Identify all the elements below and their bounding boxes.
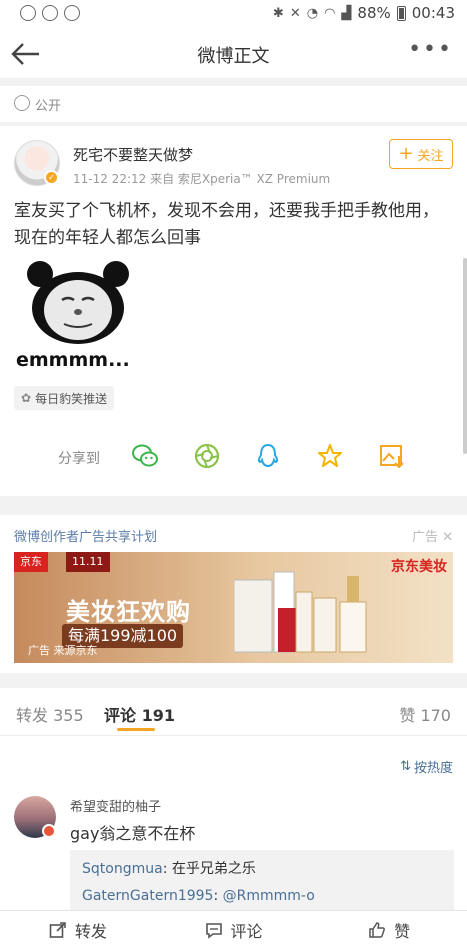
post-meta: 11-12 22:12 来自 索尼Xperia™ XZ Premium <box>73 172 331 186</box>
more-options-icon[interactable]: ••• <box>408 39 453 61</box>
tab-comments[interactable]: 评论 191 <box>104 702 175 726</box>
battery-percent: 88% <box>357 4 391 22</box>
post-text: 室友买了个飞机杯，发现不会用，还要我手把手教他用，现在的年轻人都怎么回事 <box>14 201 439 248</box>
nav-bar: 微博正文 ••• <box>0 30 467 78</box>
comment-text: gay翁之意不在杯 <box>70 824 196 843</box>
reply-mention[interactable]: @Rmmmm-o <box>223 888 315 904</box>
flower-icon: ✿ <box>21 391 32 405</box>
visibility-bar: 公开 <box>0 86 467 122</box>
verified-badge-icon: ✓ <box>44 170 59 185</box>
image-caption: emmmm... <box>16 349 130 371</box>
notification-icon <box>20 5 36 21</box>
thumbs-up-icon <box>369 922 386 938</box>
scrollbar[interactable] <box>463 258 467 454</box>
comment-button[interactable]: 评论 <box>156 911 312 949</box>
repost-icon <box>49 922 66 938</box>
reply-item: Sqtongmua: 在乎兄弟之乐 <box>82 856 442 883</box>
tab-likes[interactable]: 赞 170 <box>399 702 451 726</box>
reply-username[interactable]: GaternGatern1995 <box>82 888 213 904</box>
tab-row: 转发 355 评论 191 赞 170 <box>0 688 467 736</box>
ad-banner[interactable]: 京东 11.11 京东美妆 美妆狂欢购 每满199减100 广告 来源京东 <box>14 552 453 663</box>
member-badge-icon <box>42 824 56 838</box>
jd-logo: 京东 <box>14 552 48 572</box>
plus-icon: + <box>398 143 414 164</box>
reply-item: GaternGatern1995: @Rmmmm-o <box>82 883 442 910</box>
sort-by-hot-button[interactable]: ⇅ 按热度 <box>400 757 453 776</box>
post-username[interactable]: 死宅不要整天做梦 <box>73 144 193 165</box>
qzone-star-icon[interactable] <box>316 442 344 470</box>
sort-label: 按热度 <box>413 761 453 776</box>
ad-close-tag[interactable]: 广告 ✕ <box>412 526 453 545</box>
follow-label: 关注 <box>417 148 444 164</box>
like-label: 赞 <box>394 922 411 941</box>
globe-icon <box>14 95 30 111</box>
panda-meme-image <box>27 261 129 344</box>
ad-title[interactable]: 微博创作者广告共享计划 <box>14 526 157 545</box>
visibility-label: 公开 <box>35 99 62 114</box>
reply-text: : 在乎兄弟之乐 <box>162 861 256 877</box>
comments-section: 转发 355 评论 191 赞 170 ⇅ 按热度 希望变甜的柚子 gay翁之意… <box>0 688 467 916</box>
do-not-disturb-icon <box>64 5 80 21</box>
tab-repost[interactable]: 转发 355 <box>16 702 84 726</box>
save-image-icon[interactable] <box>378 442 406 470</box>
sort-icon: ⇅ <box>400 759 411 774</box>
banner-source: 广告 来源京东 <box>28 644 98 657</box>
share-label: 分享到 <box>58 451 100 467</box>
follow-button[interactable]: + 关注 <box>389 139 453 169</box>
comment-icon <box>205 923 222 939</box>
post-image[interactable]: emmmm... <box>14 250 140 375</box>
comment-replies[interactable]: Sqtongmua: 在乎兄弟之乐 GaternGatern1995: @Rmm… <box>70 850 454 916</box>
share-row: 分享到 <box>0 436 467 476</box>
battery-icon <box>396 5 406 21</box>
signal-icon: ▟ <box>341 5 352 21</box>
qq-icon[interactable] <box>254 442 282 470</box>
page-title: 微博正文 <box>197 46 270 67</box>
ad-card: 微博创作者广告共享计划 广告 ✕ 京东 11.11 京东美妆 美妆狂欢购 每满1… <box>0 515 467 673</box>
bottom-action-bar: 转发 评论 赞 <box>0 910 467 949</box>
bluetooth-icon: ✱ <box>272 5 284 21</box>
post-card: ✓ 死宅不要整天做梦 11-12 22:12 来自 索尼Xperia™ XZ P… <box>0 126 467 496</box>
double-eleven-logo: 11.11 <box>66 552 110 572</box>
source-tag[interactable]: ✿ 每日豹笑推送 <box>14 386 115 410</box>
active-tab-indicator <box>117 728 155 731</box>
source-tag-label: 每日豹笑推送 <box>35 391 108 406</box>
clock: 00:43 <box>411 4 455 22</box>
alarm-icon: ◔ <box>306 5 319 21</box>
status-bar: ✱ ✕ ◔ ◠ ▟ 88% 00:43 <box>0 0 467 30</box>
like-button[interactable]: 赞 <box>311 911 467 949</box>
wifi-icon: ◠ <box>324 5 336 21</box>
banner-headline: 美妆狂欢购 <box>66 598 191 626</box>
repost-label: 转发 <box>74 922 107 941</box>
reply-text: : <box>213 888 223 904</box>
vpn-icon <box>42 5 58 21</box>
moments-icon[interactable] <box>193 442 221 470</box>
comment-username[interactable]: 希望变甜的柚子 <box>70 796 161 815</box>
comment-label: 评论 <box>230 922 263 941</box>
jd-beauty-logo: 京东美妆 <box>391 559 447 575</box>
wechat-icon[interactable] <box>131 442 159 470</box>
cosmetics-products-image <box>234 571 367 653</box>
mute-icon: ✕ <box>289 5 301 21</box>
reply-username[interactable]: Sqtongmua <box>82 861 163 877</box>
repost-button[interactable]: 转发 <box>0 911 156 949</box>
